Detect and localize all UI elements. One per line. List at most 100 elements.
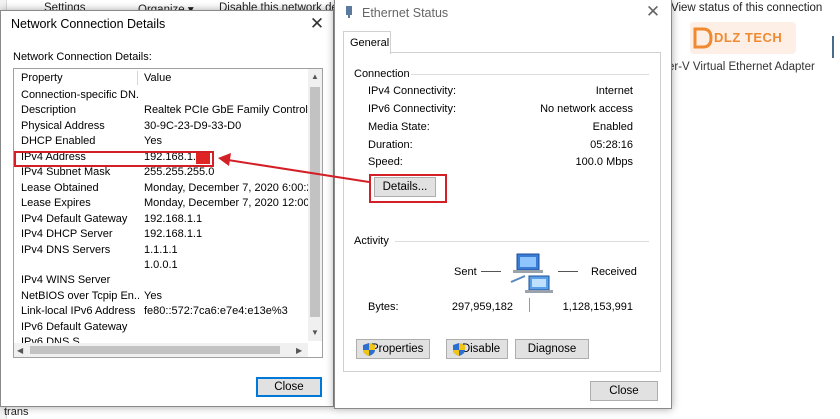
connection-divider — [411, 74, 649, 75]
value-cell: Yes — [144, 135, 162, 148]
property-cell: NetBIOS over Tcpip En... — [21, 289, 139, 302]
value-cell: fe80::572:7ca6:e7e4:e13e%3 — [144, 305, 288, 318]
scroll-left-icon[interactable]: ◀ — [17, 346, 23, 355]
table-row[interactable]: Connection-specific DN... — [14, 89, 314, 105]
sent-label: Sent — [454, 266, 477, 278]
media-state-value: Enabled — [592, 121, 633, 133]
ipv6-connectivity-value: No network access — [540, 103, 633, 115]
redaction-mark — [196, 153, 210, 164]
close-button[interactable]: Close — [256, 377, 322, 397]
table-row[interactable]: IPv4 Default Gateway 192.168.1.1 — [14, 213, 314, 229]
close-button[interactable]: Close — [590, 381, 658, 401]
received-label: Received — [591, 266, 637, 278]
scroll-up-icon[interactable]: ▲ — [311, 72, 319, 81]
watermark-text: DLZ TECH — [714, 30, 783, 45]
activity-header: Activity — [354, 235, 389, 247]
column-divider[interactable] — [137, 71, 138, 85]
table-row[interactable]: NetBIOS over Tcpip En... Yes — [14, 290, 314, 306]
table-row[interactable]: Description Realtek PCIe GbE Family Contr… — [14, 104, 314, 120]
properties-button[interactable]: Properties — [356, 339, 430, 359]
property-cell: Physical Address — [21, 119, 105, 132]
horizontal-scroll-thumb[interactable] — [30, 346, 280, 354]
table-row[interactable]: IPv6 Default Gateway — [14, 321, 314, 337]
value-cell: 1.0.0.1 — [144, 258, 178, 271]
window-title: Network Connection Details — [11, 17, 166, 31]
property-cell: IPv4 WINS Server — [21, 274, 111, 287]
media-state-label: Media State: — [368, 121, 430, 133]
value-cell: 30-9C-23-D9-33-D0 — [144, 119, 242, 132]
scroll-down-icon[interactable]: ▼ — [311, 328, 319, 337]
disable-button[interactable]: Disable — [446, 339, 508, 359]
network-activity-icon — [510, 253, 553, 293]
bytes-divider — [529, 298, 530, 312]
property-cell: Link-local IPv6 Address — [21, 305, 136, 318]
network-adapter-icon — [343, 5, 355, 19]
bytes-sent-value: 297,959,182 — [451, 301, 513, 313]
group-label: Network Connection Details: — [13, 51, 152, 63]
speed-value: 100.0 Mbps — [575, 156, 633, 168]
connection-header: Connection — [354, 68, 410, 80]
bytes-label: Bytes: — [368, 301, 399, 313]
tab-general[interactable]: General — [343, 31, 391, 54]
table-row[interactable]: Link-local IPv6 Address fe80::572:7ca6:e7… — [14, 305, 314, 321]
table-row[interactable]: IPv4 DHCP Server 192.168.1.1 — [14, 228, 314, 244]
diagnose-button[interactable]: Diagnose — [515, 339, 589, 359]
value-cell: Monday, December 7, 2020 12:00:26 — [144, 197, 312, 210]
duration-value: 05:28:16 — [590, 139, 633, 151]
column-header-value[interactable]: Value — [144, 69, 171, 87]
table-row[interactable]: Physical Address 30-9C-23-D9-33-D0 — [14, 120, 314, 136]
network-connection-details-window: Network Connection Details ✕ Network Con… — [0, 10, 334, 407]
duration-label: Duration: — [368, 139, 413, 151]
property-cell: IPv4 DHCP Server — [21, 228, 113, 241]
tab-general-label: General — [350, 37, 390, 49]
property-cell: Connection-specific DN... — [21, 89, 139, 101]
value-cell: 192.168.1.1 — [144, 228, 203, 241]
property-cell: IPv4 Subnet Mask — [21, 166, 111, 179]
column-header-property[interactable]: Property — [21, 69, 63, 87]
horizontal-scrollbar[interactable]: ◀ ▶ — [14, 343, 308, 357]
table-row[interactable]: IPv4 DNS Servers 1.1.1.1 — [14, 244, 314, 260]
table-row[interactable]: IPv4 WINS Server — [14, 274, 314, 290]
ipv4-connectivity-label: IPv4 Connectivity: — [368, 85, 457, 97]
table-row[interactable]: DHCP Enabled Yes — [14, 135, 314, 151]
property-cell: Lease Obtained — [21, 181, 99, 194]
ethernet-status-window: Ethernet Status ✕ General Connection IPv… — [334, 0, 672, 409]
vertical-scroll-thumb[interactable] — [310, 87, 320, 317]
dlz-logo-icon — [693, 27, 713, 49]
properties-label: Properties — [371, 343, 424, 355]
shield-icon — [453, 343, 465, 359]
adapter-description: er-V Virtual Ethernet Adapter — [668, 61, 815, 73]
property-cell: Lease Expires — [21, 197, 91, 210]
scroll-right-icon[interactable]: ▶ — [296, 346, 302, 355]
property-cell: IPv6 Default Gateway — [21, 320, 128, 333]
tab-panel — [343, 52, 661, 372]
property-cell: DHCP Enabled — [21, 135, 96, 148]
details-list[interactable]: Property Value Connection-specific DN...… — [13, 68, 323, 358]
property-cell: IPv4 DNS Servers — [21, 243, 111, 256]
background-text: trans — [4, 406, 29, 418]
table-row[interactable]: 1.0.0.1 — [14, 259, 314, 275]
details-highlight-box — [369, 174, 447, 203]
activity-divider — [395, 241, 649, 242]
ipv6-connectivity-label: IPv6 Connectivity: — [368, 103, 457, 115]
property-cell: Description — [21, 104, 77, 117]
view-status-button[interactable]: View status of this connection — [671, 2, 822, 14]
annotation-arrow — [218, 153, 370, 183]
close-icon[interactable]: ✕ — [305, 13, 329, 35]
bytes-received-value: 1,128,153,991 — [562, 301, 633, 313]
table-row[interactable]: Lease Expires Monday, December 7, 2020 12… — [14, 197, 314, 213]
shield-icon — [363, 343, 375, 359]
vertical-scrollbar[interactable]: ▲ ▼ — [308, 69, 322, 341]
watermark-logo: DLZ TECH — [690, 22, 796, 54]
received-line — [558, 271, 578, 272]
sent-line — [481, 271, 501, 272]
window-title: Ethernet Status — [362, 6, 449, 20]
ipv4-highlight-box — [14, 151, 214, 167]
property-cell: IPv4 Default Gateway — [21, 212, 128, 225]
value-cell: Realtek PCIe GbE Family Controller — [144, 104, 312, 117]
adapter-icon — [832, 36, 840, 58]
close-icon[interactable]: ✕ — [641, 1, 665, 23]
value-cell: 1.1.1.1 — [144, 243, 178, 256]
disable-label: Disable — [461, 343, 501, 355]
ipv4-connectivity-value: Internet — [595, 85, 633, 97]
